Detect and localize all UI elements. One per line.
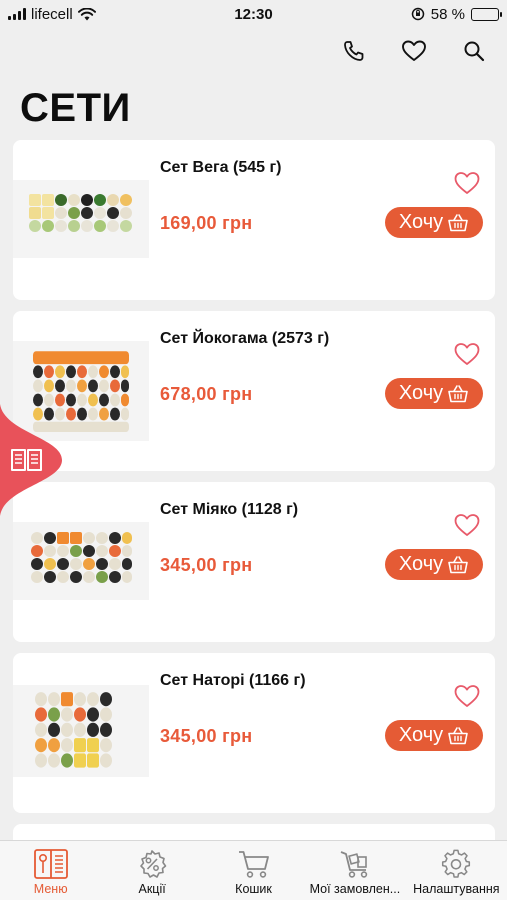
want-button-label: Хочу — [398, 553, 444, 575]
tab-promotions[interactable]: Акції — [101, 841, 202, 900]
tab-label: Кошик — [235, 882, 272, 896]
product-name: Сет Міяко (1128 г) — [160, 501, 299, 518]
search-icon — [464, 41, 485, 62]
tab-my-orders[interactable]: Мої замовлен... — [304, 841, 405, 900]
tab-label: Акції — [138, 882, 166, 896]
favorite-heart-icon[interactable] — [453, 512, 481, 538]
discount-icon — [140, 850, 167, 878]
search-button[interactable] — [459, 36, 489, 66]
product-name: Сет Наторі (1166 г) — [160, 672, 306, 689]
want-button-label: Хочу — [398, 724, 444, 746]
phone-button[interactable] — [339, 36, 369, 66]
want-button[interactable]: Хочу — [385, 207, 483, 238]
product-image — [13, 522, 149, 600]
product-card[interactable]: Сет Наторі (1166 г) 345,00 грн Хочу — [13, 653, 495, 813]
basket-icon — [448, 213, 468, 231]
top-actions — [339, 36, 489, 66]
tab-label: Меню — [33, 882, 68, 896]
tab-menu[interactable]: Меню — [0, 841, 101, 900]
favorite-heart-icon[interactable] — [453, 170, 481, 196]
want-button[interactable]: Хочу — [385, 720, 483, 751]
battery-icon — [471, 7, 502, 21]
status-right: 58 % — [329, 5, 502, 23]
product-price: 345,00 грн — [160, 555, 253, 575]
signal-icon — [8, 8, 26, 20]
product-image — [13, 685, 149, 777]
product-name: Сет Йокогама (2573 г) — [160, 330, 330, 347]
product-card[interactable]: Сет Йокогама (2573 г) 678,00 грн Хочу — [13, 311, 495, 471]
favorites-button[interactable] — [399, 36, 429, 66]
wifi-icon — [77, 7, 96, 20]
want-button-label: Хочу — [398, 211, 444, 233]
phone-icon — [344, 41, 364, 61]
tab-cart[interactable]: Кошик — [203, 841, 304, 900]
product-price: 345,00 грн — [160, 726, 253, 746]
status-time: 12:30 — [234, 5, 273, 23]
product-list: Сет Вега (545 г) 169,00 грн Хочу Сет Йок… — [13, 140, 495, 855]
side-menu-tab[interactable] — [0, 404, 64, 516]
basket-icon — [448, 726, 468, 744]
want-button-label: Хочу — [398, 382, 444, 404]
carrier-name: lifecell — [31, 5, 73, 23]
orders-cart-icon — [340, 851, 368, 878]
menu-book-icon — [33, 849, 68, 879]
product-image — [13, 180, 149, 258]
favorite-heart-icon[interactable] — [453, 683, 481, 709]
favorite-heart-icon[interactable] — [453, 341, 481, 367]
basket-icon — [448, 384, 468, 402]
gear-icon — [442, 849, 471, 878]
status-left: lifecell — [8, 6, 178, 23]
product-card[interactable]: Сет Міяко (1128 г) 345,00 грн Хочу — [13, 482, 495, 642]
basket-icon — [448, 555, 468, 573]
product-name: Сет Вега (545 г) — [160, 159, 282, 176]
orientation-lock-icon — [411, 7, 425, 21]
want-button[interactable]: Хочу — [385, 549, 483, 580]
tab-label: Налаштування — [413, 882, 500, 896]
page-title: СЕТИ — [20, 86, 131, 130]
product-card[interactable]: Сет Вега (545 г) 169,00 грн Хочу — [13, 140, 495, 300]
status-bar: lifecell 12:30 58 % — [0, 0, 507, 28]
tab-label: Мої замовлен... — [309, 882, 401, 896]
bottom-tab-bar: Меню Акції Кошик Мої замовлен... Налашту… — [0, 840, 507, 900]
want-button[interactable]: Хочу — [385, 378, 483, 409]
tab-settings[interactable]: Налаштування — [406, 841, 507, 900]
battery-percent: 58 % — [430, 5, 465, 23]
cart-icon — [238, 851, 269, 878]
product-price: 169,00 грн — [160, 213, 253, 233]
heart-icon — [402, 40, 426, 61]
product-price: 678,00 грн — [160, 384, 253, 404]
